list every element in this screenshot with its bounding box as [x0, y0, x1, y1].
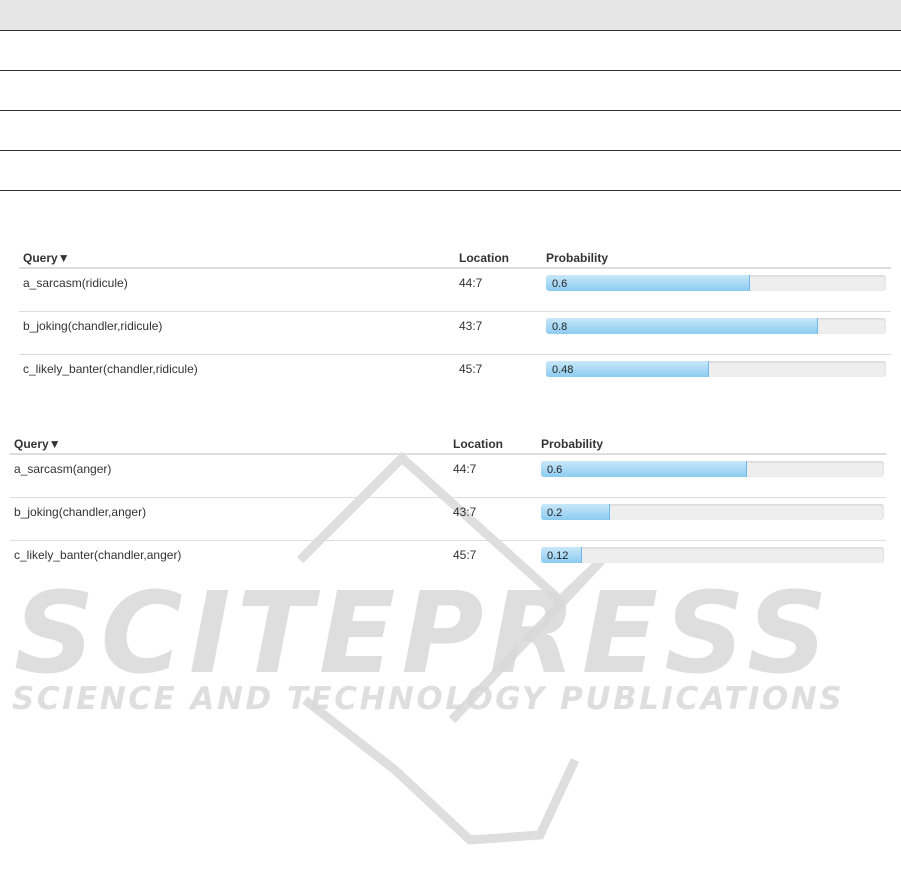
top-results-table [0, 0, 901, 191]
table-body: a_sarcasm(anger) 44:7 0.6 b_joking(chandler… [10, 455, 886, 584]
query-header-label: Query [23, 251, 58, 265]
table-row[interactable]: b_joking(chandler,anger) 43:7 0.2 [10, 498, 886, 541]
top-table-header [0, 0, 901, 31]
probability-bar: 0.6 [546, 275, 886, 291]
probability-bar: 0.2 [541, 504, 884, 520]
probability-column-header[interactable]: Probability [546, 251, 608, 265]
probability-bar-fill [546, 318, 818, 334]
probability-value: 0.2 [547, 507, 563, 519]
query-cell: a_sarcasm(anger) [14, 462, 112, 476]
table-row[interactable]: c_likely_banter(chandler,anger) 45:7 0.12 [10, 541, 886, 584]
table-header: Query▼ Location Probability [19, 247, 891, 269]
query-column-header[interactable]: Query▼ [14, 437, 61, 451]
location-cell[interactable]: 43:7 [453, 505, 476, 519]
query-column-header[interactable]: Query▼ [23, 251, 70, 265]
probability-column-header[interactable]: Probability [541, 437, 603, 451]
probability-value: 0.6 [552, 278, 568, 290]
table-header: Query▼ Location Probability [10, 433, 886, 455]
query-cell: b_joking(chandler,anger) [14, 505, 147, 519]
probability-value: 0.6 [547, 464, 563, 476]
probability-value: 0.12 [547, 550, 569, 562]
query-cell: b_joking(chandler,ridicule) [23, 319, 163, 333]
location-cell[interactable]: 43:7 [459, 319, 482, 333]
query-header-label: Query [14, 437, 49, 451]
watermark-subtitle: SCIENCE AND TECHNOLOGY PUBLICATIONS [12, 681, 845, 717]
table-row [0, 111, 901, 151]
query-results-table-ridicule: Query▼ Location Probability a_sarcasm(ri… [19, 247, 891, 398]
probability-bar: 0.48 [546, 361, 886, 377]
watermark-title: SCITEPRESS [14, 569, 834, 699]
probability-value: 0.8 [552, 321, 568, 333]
location-cell[interactable]: 45:7 [453, 548, 476, 562]
location-cell[interactable]: 44:7 [459, 276, 482, 290]
probability-bar-fill [546, 275, 750, 291]
probability-bar: 0.6 [541, 461, 884, 477]
probability-bar: 0.8 [546, 318, 886, 334]
table-row [0, 31, 901, 71]
table-row [0, 71, 901, 111]
probability-bar: 0.12 [541, 547, 884, 563]
probability-value: 0.48 [552, 364, 574, 376]
table-row [0, 151, 901, 191]
query-cell: c_likely_banter(chandler,ridicule) [23, 362, 198, 376]
location-column-header[interactable]: Location [453, 437, 503, 451]
table-row[interactable]: a_sarcasm(ridicule) 44:7 0.6 [19, 269, 891, 312]
sort-down-icon: ▼ [57, 251, 70, 265]
table-body: a_sarcasm(ridicule) 44:7 0.6 b_joking(chand… [19, 269, 891, 398]
table-row[interactable]: b_joking(chandler,ridicule) 43:7 0.8 [19, 312, 891, 355]
query-results-table-anger: Query▼ Location Probability a_sarcasm(an… [10, 433, 886, 584]
location-cell[interactable]: 44:7 [453, 462, 476, 476]
query-cell: a_sarcasm(ridicule) [23, 276, 128, 290]
location-cell[interactable]: 45:7 [459, 362, 482, 376]
table-row[interactable]: c_likely_banter(chandler,ridicule) 45:7 0.… [19, 355, 891, 398]
location-column-header[interactable]: Location [459, 251, 509, 265]
table-row[interactable]: a_sarcasm(anger) 44:7 0.6 [10, 455, 886, 498]
query-cell: c_likely_banter(chandler,anger) [14, 548, 182, 562]
sort-down-icon: ▼ [48, 437, 61, 451]
probability-bar-fill [541, 461, 747, 477]
